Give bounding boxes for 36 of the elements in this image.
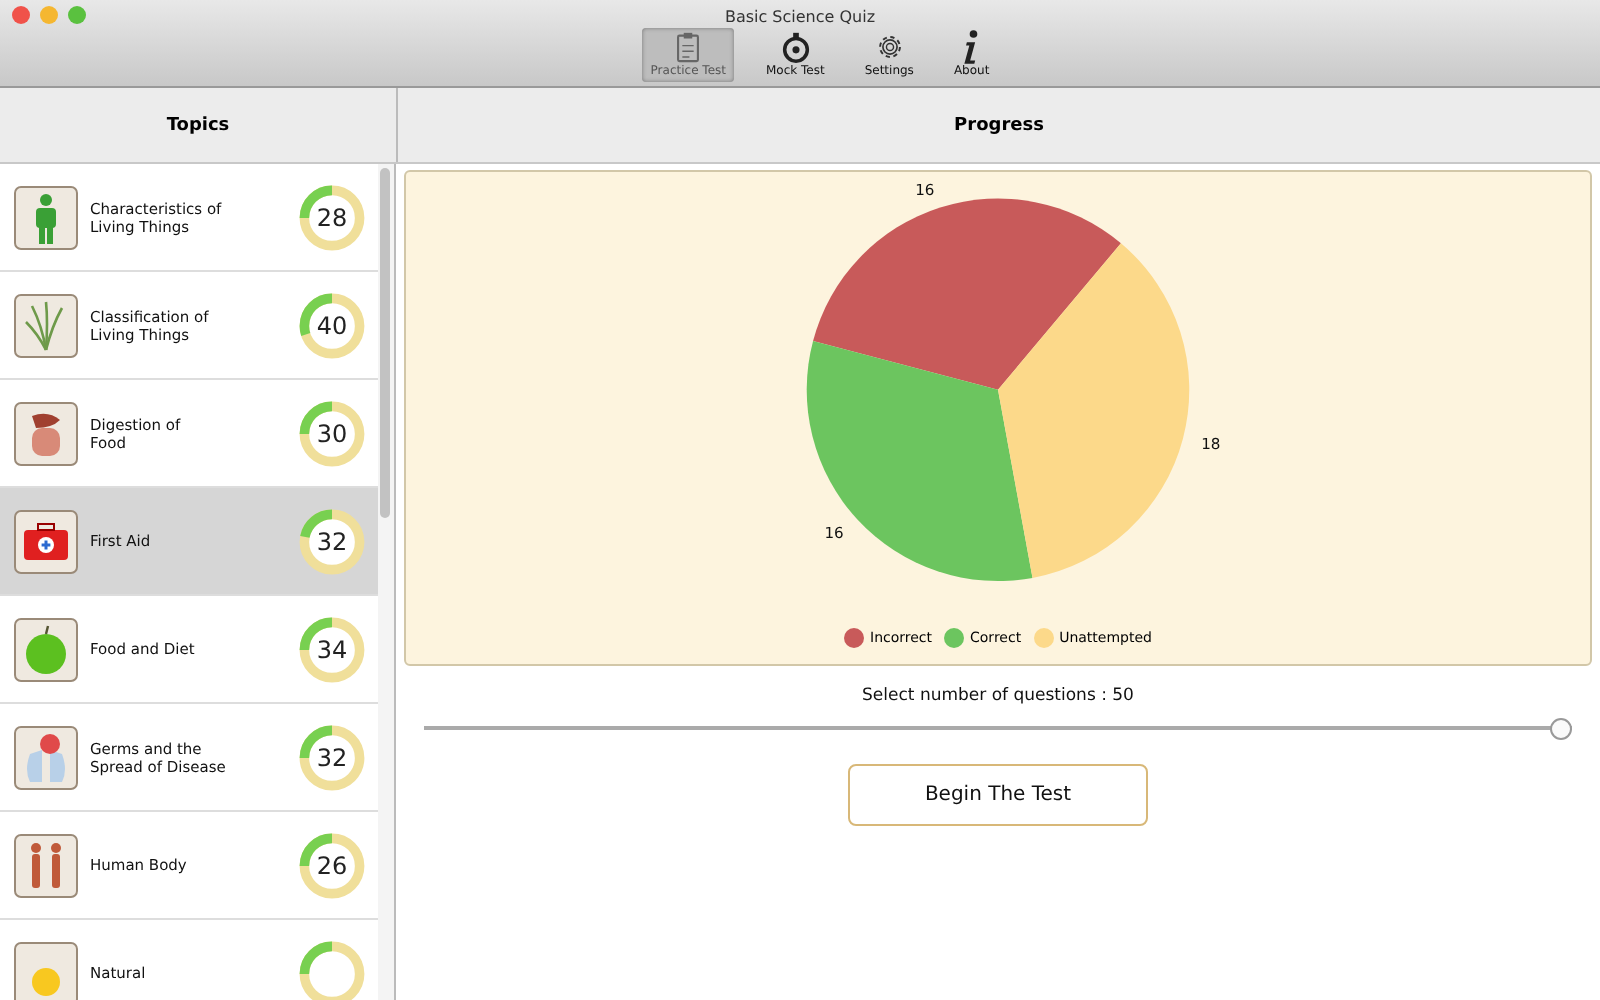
score-value: 28: [316, 203, 348, 231]
slice-label: 18: [1201, 435, 1221, 454]
slice-label: 16: [824, 524, 844, 543]
window-title: Basic Science Quiz: [724, 8, 876, 26]
slice-label: 16: [915, 181, 935, 200]
lungs-icon: [14, 725, 78, 789]
close-button[interactable]: [12, 6, 30, 24]
score-ring: [298, 723, 366, 791]
score-ring: [298, 399, 366, 467]
person-icon: [14, 185, 78, 249]
info-icon: [964, 30, 979, 64]
column-header: Progress: [952, 113, 1046, 139]
score-ring: [298, 507, 366, 575]
score-value: 40: [316, 311, 348, 339]
minimize-button[interactable]: [40, 6, 58, 24]
score-value: 32: [316, 743, 348, 771]
sun-icon: [14, 941, 78, 1000]
column-header: Topics: [0, 88, 398, 162]
score-ring: [298, 291, 366, 359]
score-value: 30: [316, 419, 348, 447]
stopwatch-icon: [777, 30, 814, 64]
human-figures-icon: [14, 833, 78, 897]
score-ring: [298, 615, 366, 683]
first-aid-kit-icon: [14, 509, 78, 573]
score-value: 26: [316, 851, 348, 879]
score-ring: [298, 183, 366, 251]
slider-label: Select number of questions : 50: [862, 686, 1134, 706]
grass-icon: [14, 293, 78, 357]
score-value: 34: [316, 635, 348, 663]
score-value: 32: [316, 527, 348, 555]
apple-icon: [14, 617, 78, 681]
begin-test-button[interactable]: Begin The Test: [848, 764, 1148, 826]
score-ring: [298, 831, 366, 899]
stomach-icon: [14, 401, 78, 465]
zoom-button[interactable]: [68, 6, 86, 24]
scrollbar-thumb[interactable]: [380, 168, 390, 518]
